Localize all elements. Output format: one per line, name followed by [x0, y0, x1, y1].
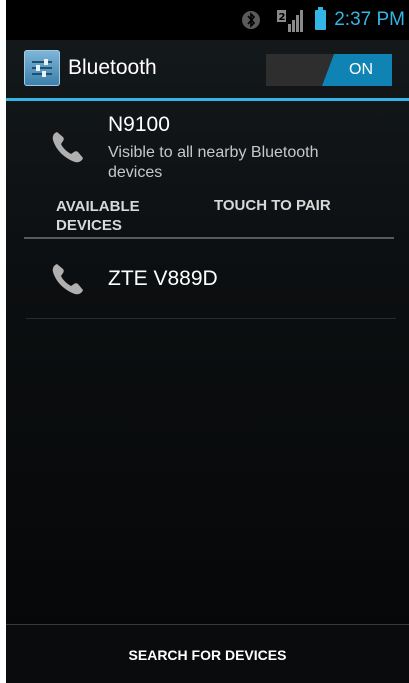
bluetooth-toggle[interactable]: ON [266, 54, 392, 86]
settings-app-icon[interactable] [24, 50, 60, 86]
device-name: N9100 [108, 113, 170, 136]
divider [26, 318, 396, 319]
signal-icon: 2 [277, 10, 304, 32]
visibility-status: Visible to all nearby Bluetooth devices [108, 144, 319, 181]
available-device-name: ZTE V889D [108, 267, 218, 290]
status-bar: 2 2:37 PM [6, 0, 409, 40]
screen: 2 2:37 PM Bluetooth ON N9100 Visible to … [6, 0, 409, 683]
section-title: AVAILABLE DEVICES [56, 198, 140, 234]
toggle-on-label: ON [322, 54, 392, 86]
bluetooth-icon [242, 11, 261, 29]
svg-text:2: 2 [279, 12, 286, 23]
status-time: 2:37 PM [334, 9, 405, 30]
sliders-icon [32, 59, 52, 77]
section-hint: TOUCH TO PAIR [214, 197, 331, 214]
available-devices-header: AVAILABLE DEVICES TOUCH TO PAIR [24, 193, 394, 239]
search-for-devices-button[interactable]: SEARCH FOR DEVICES [6, 624, 409, 683]
phone-icon [52, 264, 83, 295]
battery-icon [315, 7, 327, 30]
phone-icon [52, 132, 83, 163]
page-title: Bluetooth [68, 56, 157, 79]
action-bar: Bluetooth ON [6, 40, 409, 101]
search-button-label: SEARCH FOR DEVICES [128, 646, 287, 663]
